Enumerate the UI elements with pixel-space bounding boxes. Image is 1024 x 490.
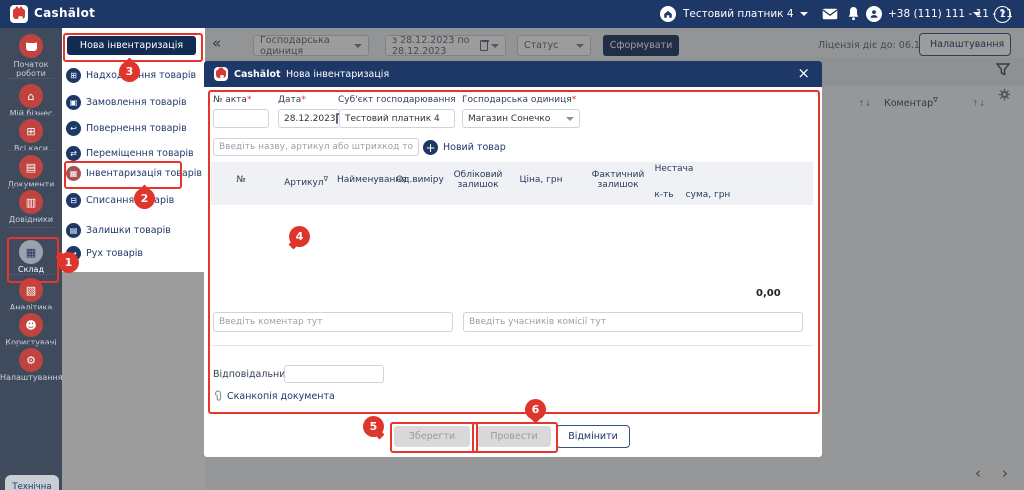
step-marker-6: 6	[525, 399, 546, 420]
annotation-box-sklad	[7, 237, 59, 283]
modal-header: Cashälot Нова інвентаризація ×	[204, 61, 822, 87]
step-marker-4: 4	[289, 226, 310, 247]
menu-item-povernennya[interactable]: ↩ Повернення товарів	[66, 119, 200, 137]
phone-caret-icon[interactable]	[973, 12, 981, 16]
cashalot-logo-icon	[214, 67, 228, 81]
menu-item-zamovlennya[interactable]: ▣ Замовлення товарів	[66, 93, 200, 111]
menu-item-rukh[interactable]: → Рух товарів	[66, 244, 200, 262]
write-off-icon: ⊟	[66, 193, 81, 208]
help-icon[interactable]: ?	[994, 6, 1011, 23]
mail-icon[interactable]	[822, 8, 838, 20]
transfer-icon: ⇄	[66, 146, 81, 161]
cancel-button[interactable]: Відмінити	[556, 425, 630, 448]
directory-icon: ▥	[19, 190, 43, 214]
account-caret-icon[interactable]	[800, 12, 808, 16]
users-icon: ☻	[19, 313, 43, 337]
menu-item-spysannya[interactable]: ⊟ Списання товарів	[66, 191, 200, 209]
modal-brand: Cashälot	[234, 69, 281, 80]
cashalot-logo-icon	[19, 34, 43, 58]
divider	[8, 78, 54, 79]
divider	[8, 309, 54, 310]
annotation-box-post	[472, 422, 558, 453]
user-icon[interactable]	[866, 6, 882, 22]
account-name[interactable]: Тестовий платник 4	[683, 8, 794, 20]
bell-icon[interactable]	[847, 6, 860, 21]
cash-register-icon: ⊞	[19, 119, 43, 143]
app-window: Cashälot Тестовий платник 4 +38 (111) 11…	[0, 0, 1024, 490]
divider	[8, 344, 54, 345]
goods-in-icon: ⊞	[66, 68, 81, 83]
account-home-icon	[660, 6, 676, 22]
settings-icon: ⚙	[19, 348, 43, 372]
home-icon: ⌂	[19, 84, 43, 108]
divider	[8, 186, 54, 187]
cashalot-logo-icon	[10, 5, 28, 23]
annotation-box-save	[390, 422, 478, 453]
orders-icon: ▣	[66, 95, 81, 110]
annotation-box-new-inventory	[63, 33, 203, 62]
stock-icon: ▤	[66, 223, 81, 238]
close-icon[interactable]: ×	[797, 64, 810, 82]
step-marker-1: 1	[58, 252, 79, 273]
modal-overlay	[62, 272, 205, 490]
modal-title: Нова інвентаризація	[286, 69, 389, 80]
menu-item-zalyshky[interactable]: ▤ Залишки товарів	[66, 221, 200, 239]
annotation-box-modal-body	[208, 90, 820, 414]
documents-icon: ▤	[19, 155, 43, 179]
tech-support-button[interactable]: Технічна підтримка	[5, 475, 59, 490]
returns-icon: ↩	[66, 121, 81, 136]
annotation-box-inventory-item	[64, 161, 182, 189]
step-marker-5: 5	[363, 416, 384, 437]
step-marker-2: 2	[134, 188, 155, 209]
divider	[8, 227, 54, 228]
top-bar: Cashälot Тестовий платник 4 +38 (111) 11…	[0, 0, 1024, 28]
brand-name: Cashälot	[34, 6, 95, 20]
step-marker-3: 3	[119, 61, 140, 82]
divider	[8, 150, 54, 151]
divider	[8, 115, 54, 116]
menu-item-peremishchennya[interactable]: ⇄ Переміщення товарів	[66, 144, 200, 162]
